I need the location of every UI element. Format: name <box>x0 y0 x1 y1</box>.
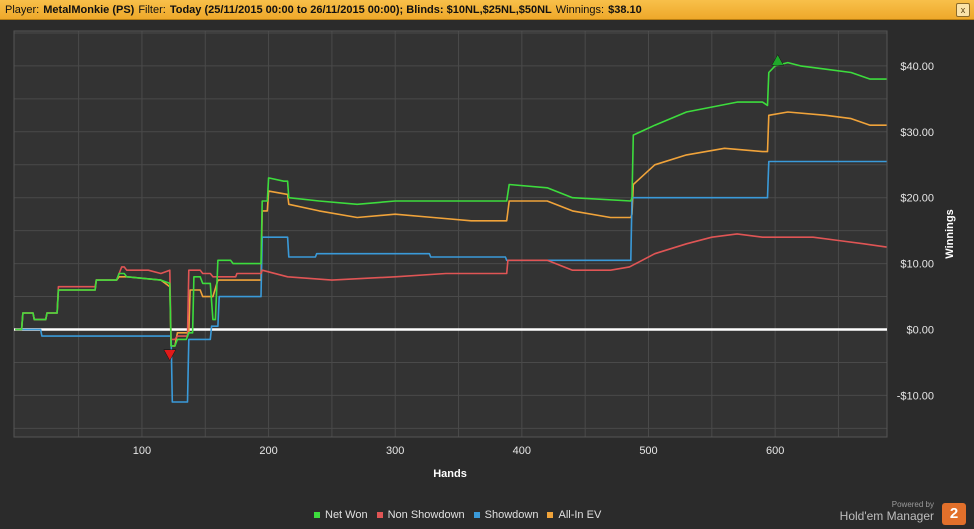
y-tick-label: $0.00 <box>906 325 934 337</box>
legend-swatch <box>376 512 383 518</box>
y-tick-label: $30.00 <box>900 127 934 139</box>
y-axis-label: Winnings <box>944 209 956 258</box>
legend-item[interactable]: Non Showdown <box>376 509 465 521</box>
legend-swatch <box>547 512 554 518</box>
legend: Net Won Non Showdown Showdown All-In EV <box>314 509 601 521</box>
powered-by-text: Powered by <box>891 500 934 509</box>
x-tick-label: 200 <box>259 445 277 457</box>
y-tick-labels: $40.00 $30.00 $20.00 $10.00 $0.00 -$10.00 <box>897 61 934 402</box>
x-tick-label: 100 <box>133 445 151 457</box>
legend-item[interactable]: All-In EV <box>547 509 601 521</box>
plot-area <box>14 31 887 437</box>
y-tick-label: $40.00 <box>900 61 934 73</box>
legend-item[interactable]: Showdown <box>473 509 539 521</box>
brand-logo-badge: 2 <box>942 503 966 525</box>
legend-swatch <box>314 512 320 518</box>
branding: Powered by Hold'em Manager <box>840 500 934 523</box>
x-tick-labels: 100 200 300 400 500 600 <box>133 445 785 457</box>
legend-label: Non Showdown <box>387 509 465 521</box>
brand-name: Hold'em Manager <box>839 509 934 523</box>
legend-label: All-In EV <box>558 509 602 521</box>
legend-label: Net Won <box>325 509 368 521</box>
legend-swatch <box>473 512 480 518</box>
x-tick-label: 500 <box>639 445 657 457</box>
x-axis-label: Hands <box>433 468 467 480</box>
x-tick-label: 300 <box>386 445 404 457</box>
legend-label: Showdown <box>484 509 539 521</box>
x-tick-label: 400 <box>513 445 531 457</box>
winnings-chart: 100 200 300 400 500 600 $40.00 $30.00 $20.00 $10… <box>13 30 956 480</box>
y-tick-label: -$10.00 <box>897 390 934 402</box>
y-tick-label: $10.00 <box>900 259 934 271</box>
legend-item[interactable]: Net Won <box>314 509 368 521</box>
x-tick-label: 600 <box>766 445 784 457</box>
y-tick-label: $20.00 <box>900 193 934 205</box>
